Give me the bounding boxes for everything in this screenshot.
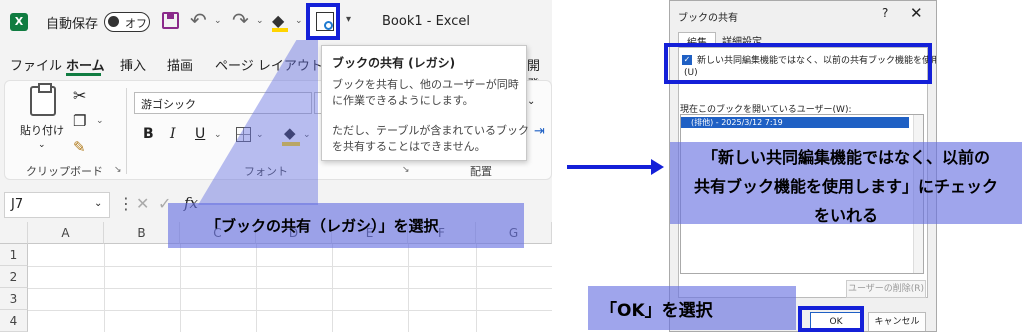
tab-file[interactable]: ファイル bbox=[10, 55, 62, 74]
close-icon[interactable]: ✕ bbox=[910, 4, 923, 22]
ok-callout: 「OK」を選択 bbox=[588, 286, 796, 330]
arrow-right-icon bbox=[567, 165, 653, 169]
autosave-label: 自動保存 bbox=[46, 17, 99, 32]
name-box-dropdown-icon[interactable]: ⌄ bbox=[94, 198, 102, 209]
arrow-head-icon bbox=[651, 159, 664, 175]
tooltip-text: ブックを共有し、他のユーザーが同時 bbox=[332, 78, 519, 91]
active-tab-indicator bbox=[66, 73, 101, 76]
callout-text: 「新しい共同編集機能ではなく、以前の bbox=[701, 148, 990, 167]
gridline bbox=[332, 244, 333, 332]
gridline bbox=[256, 244, 257, 332]
paste-label[interactable]: 貼り付け bbox=[20, 122, 64, 138]
row-header[interactable]: 4 bbox=[0, 310, 28, 332]
autosave-state: オフ bbox=[125, 17, 147, 30]
select-all-corner[interactable] bbox=[0, 222, 28, 244]
tab-insert[interactable]: 挿入 bbox=[120, 55, 146, 74]
font-launcher-icon[interactable]: ↘ bbox=[402, 165, 410, 175]
clipboard-launcher-icon[interactable]: ↘ bbox=[114, 165, 122, 175]
gridline bbox=[476, 244, 477, 332]
customize-qat-icon[interactable]: ▾ bbox=[346, 14, 351, 25]
gridline bbox=[28, 266, 552, 267]
undo-icon[interactable]: ↶ bbox=[190, 8, 207, 32]
row-header[interactable]: 2 bbox=[0, 266, 28, 288]
gridline bbox=[408, 244, 409, 332]
cancel-button[interactable]: キャンセル bbox=[868, 312, 926, 331]
fill-color-bar bbox=[272, 28, 288, 32]
magnifier-icon bbox=[324, 21, 333, 30]
indent-icon[interactable]: ⇥ bbox=[534, 124, 545, 139]
clipboard-group-label: クリップボード bbox=[26, 165, 103, 178]
more-options-icon[interactable]: ⋮ bbox=[118, 194, 134, 213]
save-icon[interactable] bbox=[162, 12, 179, 29]
format-painter-icon[interactable]: ✎ bbox=[73, 138, 86, 156]
row-header[interactable]: 3 bbox=[0, 288, 28, 310]
callout-text: 「OK」を選択 bbox=[600, 301, 713, 321]
callout-text: 「ブックの共有（レガシ）」を選択 bbox=[206, 217, 439, 235]
tab-draw[interactable]: 描画 bbox=[167, 55, 193, 74]
redo-icon[interactable]: ↷ bbox=[232, 8, 249, 32]
tooltip-text: に作業できるようにします。 bbox=[332, 94, 474, 107]
user-list-item[interactable]: (排他) - 2025/3/12 7:19 bbox=[681, 117, 909, 128]
callout-text: をいれる bbox=[813, 206, 878, 225]
dialog-title: ブックの共有 bbox=[678, 13, 738, 24]
gridline bbox=[180, 244, 181, 332]
cut-icon[interactable]: ✂ bbox=[73, 86, 86, 105]
italic-button[interactable]: I bbox=[170, 126, 176, 142]
share-workbook-icon bbox=[316, 12, 334, 31]
share-workbook-button[interactable] bbox=[306, 3, 340, 40]
share-workbook-callout: 「ブックの共有（レガシ）」を選択 bbox=[168, 203, 524, 248]
underline-dropdown-icon[interactable]: ⌄ bbox=[214, 130, 222, 140]
cancel-entry-icon[interactable]: ✕ bbox=[136, 194, 149, 213]
gridline bbox=[28, 310, 552, 311]
tab-home[interactable]: ホーム bbox=[66, 55, 105, 74]
ribbon-divider bbox=[126, 88, 127, 174]
share-workbook-tooltip: ブックの共有 (レガシ) ブックを共有し、他のユーザーが同時 に作業できるように… bbox=[321, 45, 530, 161]
tooltip-text: を共有することはできません。 bbox=[332, 140, 486, 153]
gridline bbox=[104, 244, 105, 332]
row-header[interactable]: 1 bbox=[0, 244, 28, 266]
redo-dropdown-icon[interactable]: ⌄ bbox=[256, 16, 264, 26]
remove-user-button[interactable]: ユーザーの削除(R) bbox=[846, 280, 926, 298]
toggle-knob bbox=[108, 16, 119, 27]
copy-dropdown-icon[interactable]: ⌄ bbox=[96, 116, 104, 126]
tooltip-text: ただし、テーブルが含まれているブック bbox=[332, 124, 530, 137]
autosave-toggle[interactable]: オフ bbox=[104, 12, 150, 32]
gridline bbox=[28, 288, 552, 289]
paste-icon[interactable] bbox=[30, 83, 56, 116]
bold-button[interactable]: B bbox=[143, 126, 154, 142]
excel-logo-icon: X bbox=[10, 13, 28, 31]
underline-button[interactable]: U bbox=[195, 126, 205, 142]
copy-icon[interactable]: ❐ bbox=[73, 112, 86, 130]
alignment-group-label: 配置 bbox=[470, 165, 492, 178]
checkbox-callout: 「新しい共同編集機能ではなく、以前の 共有ブック機能を使用します」にチェック を… bbox=[670, 142, 1022, 225]
checkbox-highlight bbox=[664, 43, 932, 84]
callout-text: 共有ブック機能を使用します」にチェック bbox=[693, 177, 998, 196]
help-icon[interactable]: ? bbox=[882, 6, 888, 20]
window-title: Book1 - Excel bbox=[382, 14, 471, 29]
undo-dropdown-icon[interactable]: ⌄ bbox=[214, 16, 222, 26]
paste-dropdown-icon[interactable]: ⌄ bbox=[38, 140, 46, 150]
fill-dropdown-icon[interactable]: ⌄ bbox=[295, 16, 303, 26]
column-header[interactable]: A bbox=[28, 222, 104, 244]
font-size-dropdown-icon[interactable]: ⌄ bbox=[527, 96, 535, 107]
ok-highlight bbox=[798, 306, 864, 332]
tooltip-title: ブックの共有 (レガシ) bbox=[332, 56, 456, 70]
